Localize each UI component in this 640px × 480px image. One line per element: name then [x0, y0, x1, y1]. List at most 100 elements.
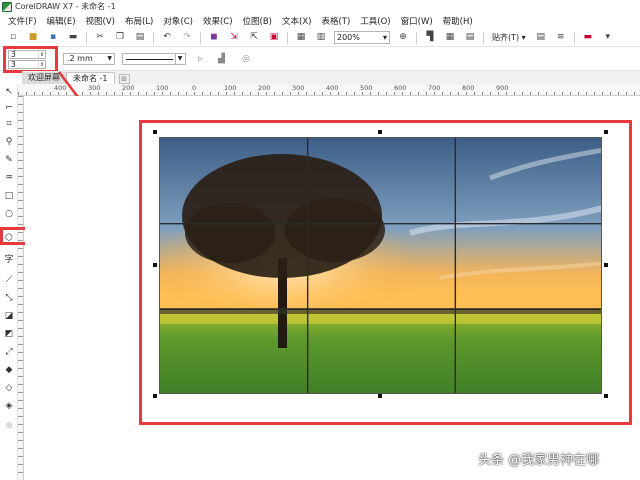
- artistic-media-tool-icon[interactable]: ♒: [3, 172, 15, 184]
- copy-icon[interactable]: ❐: [113, 31, 127, 45]
- ruler-label: 800: [462, 84, 475, 92]
- show-rulers-icon[interactable]: ▜: [423, 31, 437, 45]
- menu-bitmaps[interactable]: 位图(B): [238, 15, 277, 27]
- connector-tool-icon[interactable]: ⤡: [3, 292, 15, 304]
- document-tabs: 欢迎屏幕 未命名 -1 ⊞: [22, 71, 640, 84]
- quick-trace-icon[interactable]: ◎: [242, 54, 250, 64]
- window-title: CorelDRAW X7 - 未命名 -1: [15, 2, 116, 11]
- standard-toolbar: ▫ ■ ▪ ▬ ✂ ❐ ▤ ↶ ↷ ◼ ⇲ ⇱ ▣ ▦ ▥ 200% ▾ ⊕ ▜…: [0, 29, 640, 47]
- freehand-tool-icon[interactable]: ✎: [3, 154, 15, 166]
- chevron-down-icon[interactable]: ▾: [601, 31, 615, 45]
- menu-layout[interactable]: 布局(L): [120, 15, 158, 27]
- ruler-label: 200: [122, 84, 135, 92]
- menu-table[interactable]: 表格(T): [316, 15, 355, 27]
- snap-to-button[interactable]: 贴齐(T) ▾: [490, 32, 528, 43]
- ruler-label: 400: [326, 84, 339, 92]
- line-style-select[interactable]: ▼: [122, 53, 186, 65]
- show-grid-icon[interactable]: ▦: [443, 31, 457, 45]
- ellipse-tool-icon[interactable]: ○: [3, 208, 15, 220]
- rectangle-tool-icon[interactable]: □: [3, 190, 15, 202]
- menu-effects[interactable]: 效果(C): [198, 15, 238, 27]
- toolbar-separator: [200, 31, 201, 44]
- toolbar-separator: [153, 31, 154, 44]
- toolbar-separator: [483, 31, 484, 44]
- cut-icon[interactable]: ✂: [93, 31, 107, 45]
- application-launcher-icon[interactable]: ▦: [294, 31, 308, 45]
- tab-document[interactable]: 未命名 -1: [66, 72, 115, 84]
- chevron-down-icon: ▾: [382, 33, 387, 42]
- options-icon[interactable]: ≡: [554, 31, 568, 45]
- zoom-level-value: 200%: [337, 33, 360, 42]
- menu-edit[interactable]: 编辑(E): [42, 15, 81, 27]
- toolbar-separator: [573, 31, 575, 44]
- property-bar: 3 ⇕ 3 ⇕ .2 mm ▼ ▼ ▹ ▟ ◎: [0, 47, 640, 71]
- start-arrowhead-icon[interactable]: ▹: [198, 54, 203, 64]
- menu-view[interactable]: 视图(V): [81, 15, 120, 27]
- redo-icon[interactable]: ↷: [180, 31, 194, 45]
- menu-help[interactable]: 帮助(H): [438, 15, 478, 27]
- new-document-icon[interactable]: ▫: [6, 31, 20, 45]
- interactive-fill-tool-icon[interactable]: ◆: [3, 364, 15, 376]
- zoom-level-select[interactable]: 200% ▾: [334, 31, 390, 44]
- save-icon[interactable]: ▪: [46, 31, 60, 45]
- dimension-tool-icon[interactable]: ⟋: [3, 274, 15, 286]
- add-tab-icon[interactable]: ⊞: [118, 74, 130, 84]
- ruler-label: 100: [224, 84, 237, 92]
- wrap-paragraph-icon[interactable]: ▟: [218, 54, 225, 64]
- full-screen-icon[interactable]: ⊕: [396, 31, 410, 45]
- ruler-label: 600: [394, 84, 407, 92]
- menu-file[interactable]: 文件(F): [3, 15, 42, 27]
- stepper-highlight-box: [3, 46, 58, 73]
- eyedropper-tool-icon[interactable]: ⤢: [3, 346, 15, 358]
- zoom-tool-icon[interactable]: ⚲: [3, 136, 15, 148]
- menu-text[interactable]: 文本(X): [277, 15, 316, 27]
- ruler-label: 0: [192, 84, 197, 92]
- drop-shadow-tool-icon[interactable]: ◪: [3, 310, 15, 322]
- ruler-label: 300: [88, 84, 101, 92]
- watermark: 头条 @我家男神在哪: [478, 453, 600, 468]
- ruler-label: 400: [54, 84, 67, 92]
- search-content-icon[interactable]: ◼: [207, 31, 221, 45]
- ruler-label: 100: [156, 84, 169, 92]
- menu-tools[interactable]: 工具(O): [355, 15, 395, 27]
- shape-tool-icon[interactable]: ⌐: [3, 102, 15, 114]
- add-tool-icon[interactable]: ⊕: [3, 420, 15, 432]
- outline-pen-tool-icon[interactable]: ◈: [3, 400, 15, 412]
- ruler-label: 900: [496, 84, 509, 92]
- outline-width-select[interactable]: .2 mm ▼: [63, 53, 115, 65]
- menu-window[interactable]: 窗口(W): [396, 15, 438, 27]
- menu-object[interactable]: 对象(C): [158, 15, 198, 27]
- line-style-preview: [126, 59, 173, 60]
- ruler-ticks: [18, 92, 640, 95]
- ruler-label: 300: [292, 84, 305, 92]
- vertical-ruler[interactable]: [18, 96, 24, 480]
- crop-tool-icon[interactable]: ⌗: [3, 118, 15, 130]
- show-guidelines-icon[interactable]: ▤: [463, 31, 477, 45]
- horizontal-ruler[interactable]: 400 300 200 100 0 100 200 300 400 500 60…: [18, 84, 640, 96]
- canvas-highlight-box: [139, 120, 632, 425]
- alignment-guides-icon[interactable]: ▤: [534, 31, 548, 45]
- quick-customize-icon[interactable]: ▬: [581, 31, 595, 45]
- pick-tool-icon[interactable]: ↖: [3, 86, 15, 98]
- open-folder-icon[interactable]: ■: [26, 31, 40, 45]
- export-icon[interactable]: ⇱: [247, 31, 261, 45]
- menu-bar: 文件(F) 编辑(E) 视图(V) 布局(L) 对象(C) 效果(C) 位图(B…: [0, 13, 640, 29]
- tab-welcome-screen[interactable]: 欢迎屏幕: [22, 72, 66, 84]
- text-tool-icon[interactable]: 字: [3, 254, 15, 266]
- chevron-down-icon: ▼: [107, 55, 112, 62]
- import-icon[interactable]: ⇲: [227, 31, 241, 45]
- publish-pdf-icon[interactable]: ▣: [267, 31, 281, 45]
- print-icon[interactable]: ▬: [66, 31, 80, 45]
- undo-icon[interactable]: ↶: [160, 31, 174, 45]
- smart-fill-tool-icon[interactable]: ◇: [3, 382, 15, 394]
- paste-icon[interactable]: ▤: [133, 31, 147, 45]
- transparency-tool-icon[interactable]: ◩: [3, 328, 15, 340]
- welcome-screen-icon[interactable]: ▥: [314, 31, 328, 45]
- toolbar-separator: [86, 31, 87, 44]
- ruler-label: 200: [258, 84, 271, 92]
- toolbox: ↖ ⌐ ⌗ ⚲ ✎ ♒ □ ○ ⬡ 字 ⟋ ⤡ ◪ ◩ ⤢ ◆ ◇ ◈ ⊕: [0, 84, 18, 480]
- ruler-label: 500: [360, 84, 373, 92]
- ruler-label: 700: [428, 84, 441, 92]
- toolbar-separator: [416, 31, 417, 44]
- toolbar-separator: [287, 31, 288, 44]
